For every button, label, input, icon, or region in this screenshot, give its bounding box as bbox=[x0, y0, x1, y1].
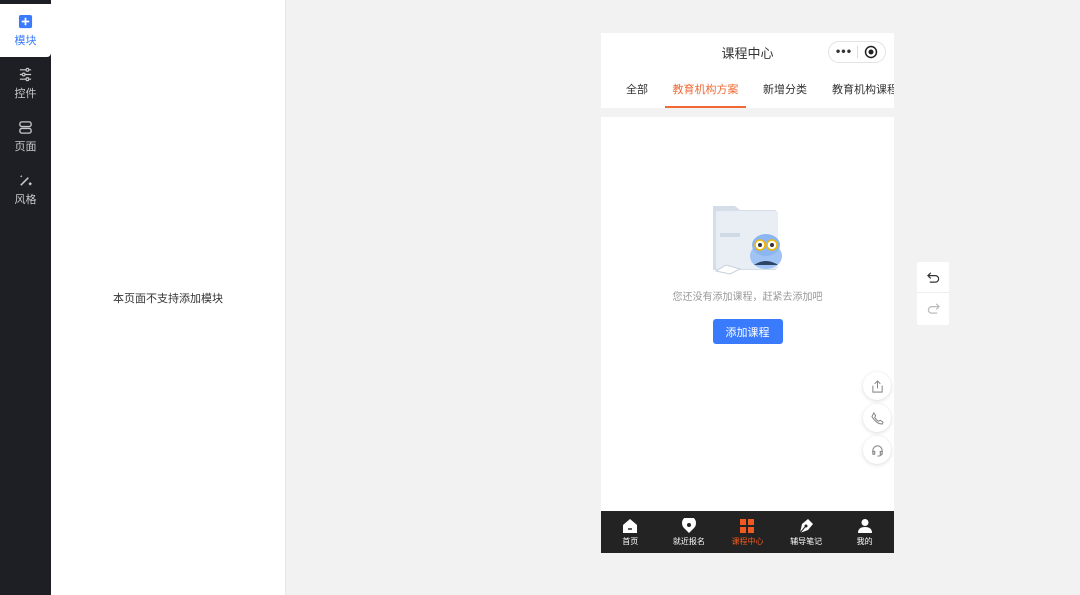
tabbar-item-home[interactable]: 首页 bbox=[601, 511, 660, 553]
empty-owl-illustration bbox=[712, 206, 782, 275]
undo-button[interactable] bbox=[917, 262, 949, 293]
phone-call-button[interactable] bbox=[863, 404, 891, 432]
empty-state: 您还没有添加课程，赶紧去添加吧 添加课程 bbox=[601, 203, 894, 344]
sidebar-item-label: 模块 bbox=[14, 33, 37, 47]
sliders-icon bbox=[19, 67, 32, 81]
sidebar-item-modules[interactable]: 模块 bbox=[0, 4, 51, 57]
tabbar-item-nearby[interactable]: 就近报名 bbox=[660, 511, 719, 553]
customer-service-button[interactable] bbox=[863, 436, 891, 464]
sidebar-item-style[interactable]: 风格 bbox=[0, 163, 51, 216]
tabbar-label: 课程中心 bbox=[731, 536, 764, 546]
bottom-tabbar: 首页 就近报名 课程中心 辅导笔记 我的 bbox=[601, 511, 894, 553]
tab-all[interactable]: 全部 bbox=[626, 72, 648, 108]
module-panel: 本页面不支持添加模块 bbox=[51, 0, 286, 595]
tabbar-item-notes[interactable]: 辅导笔记 bbox=[777, 511, 836, 553]
tab-education-plan[interactable]: 教育机构方案 bbox=[665, 72, 746, 108]
panel-message: 本页面不支持添加模块 bbox=[113, 291, 223, 305]
empty-message: 您还没有添加课程，赶紧去添加吧 bbox=[672, 292, 823, 303]
sidebar-item-label: 页面 bbox=[14, 139, 37, 153]
tabbar-item-mine[interactable]: 我的 bbox=[835, 511, 894, 553]
tabbar-label: 就近报名 bbox=[672, 536, 705, 546]
tab-new-category[interactable]: 新增分类 bbox=[763, 72, 807, 108]
tab-education-course[interactable]: 教育机构课程 bbox=[832, 72, 894, 108]
category-tabs: 全部 教育机构方案 新增分类 教育机构课程 bbox=[601, 72, 894, 108]
page-title: 课程中心 bbox=[721, 47, 774, 62]
sidebar-item-label: 控件 bbox=[14, 86, 37, 100]
share-button[interactable] bbox=[863, 372, 891, 400]
pages-icon bbox=[19, 120, 32, 134]
redo-icon bbox=[927, 303, 940, 314]
tabbar-item-courses[interactable]: 课程中心 bbox=[718, 511, 777, 553]
pen-icon bbox=[799, 518, 814, 533]
redo-button[interactable] bbox=[917, 293, 949, 324]
share-icon bbox=[871, 379, 883, 393]
magic-wand-icon bbox=[20, 174, 32, 186]
close-target-icon[interactable] bbox=[858, 45, 885, 59]
history-controls bbox=[917, 262, 949, 325]
location-icon bbox=[681, 517, 696, 533]
phone-preview: 课程中心 ••• 全部 教育机构方案 新增分类 教育机构课程 您还没有添加课程，… bbox=[601, 33, 894, 553]
headset-icon bbox=[871, 444, 883, 457]
plus-square-icon bbox=[18, 14, 33, 28]
tabbar-label: 首页 bbox=[622, 536, 639, 546]
tabbar-label: 我的 bbox=[856, 536, 873, 546]
more-icon[interactable]: ••• bbox=[829, 47, 857, 58]
home-icon bbox=[623, 518, 638, 533]
sidebar-item-pages[interactable]: 页面 bbox=[0, 110, 51, 163]
tabbar-label: 辅导笔记 bbox=[790, 536, 823, 546]
phone-header: 课程中心 ••• bbox=[601, 33, 894, 72]
user-icon bbox=[857, 518, 872, 533]
grid-icon bbox=[740, 518, 755, 533]
sidebar-item-controls[interactable]: 控件 bbox=[0, 57, 51, 110]
sidebar: 模块 控件 页面 风格 bbox=[0, 0, 51, 595]
phone-icon bbox=[870, 411, 884, 425]
mini-program-capsule: ••• bbox=[828, 41, 886, 63]
add-course-button[interactable]: 添加课程 bbox=[712, 319, 783, 344]
divider bbox=[601, 108, 894, 117]
sidebar-item-label: 风格 bbox=[14, 192, 37, 206]
undo-icon bbox=[926, 271, 939, 283]
